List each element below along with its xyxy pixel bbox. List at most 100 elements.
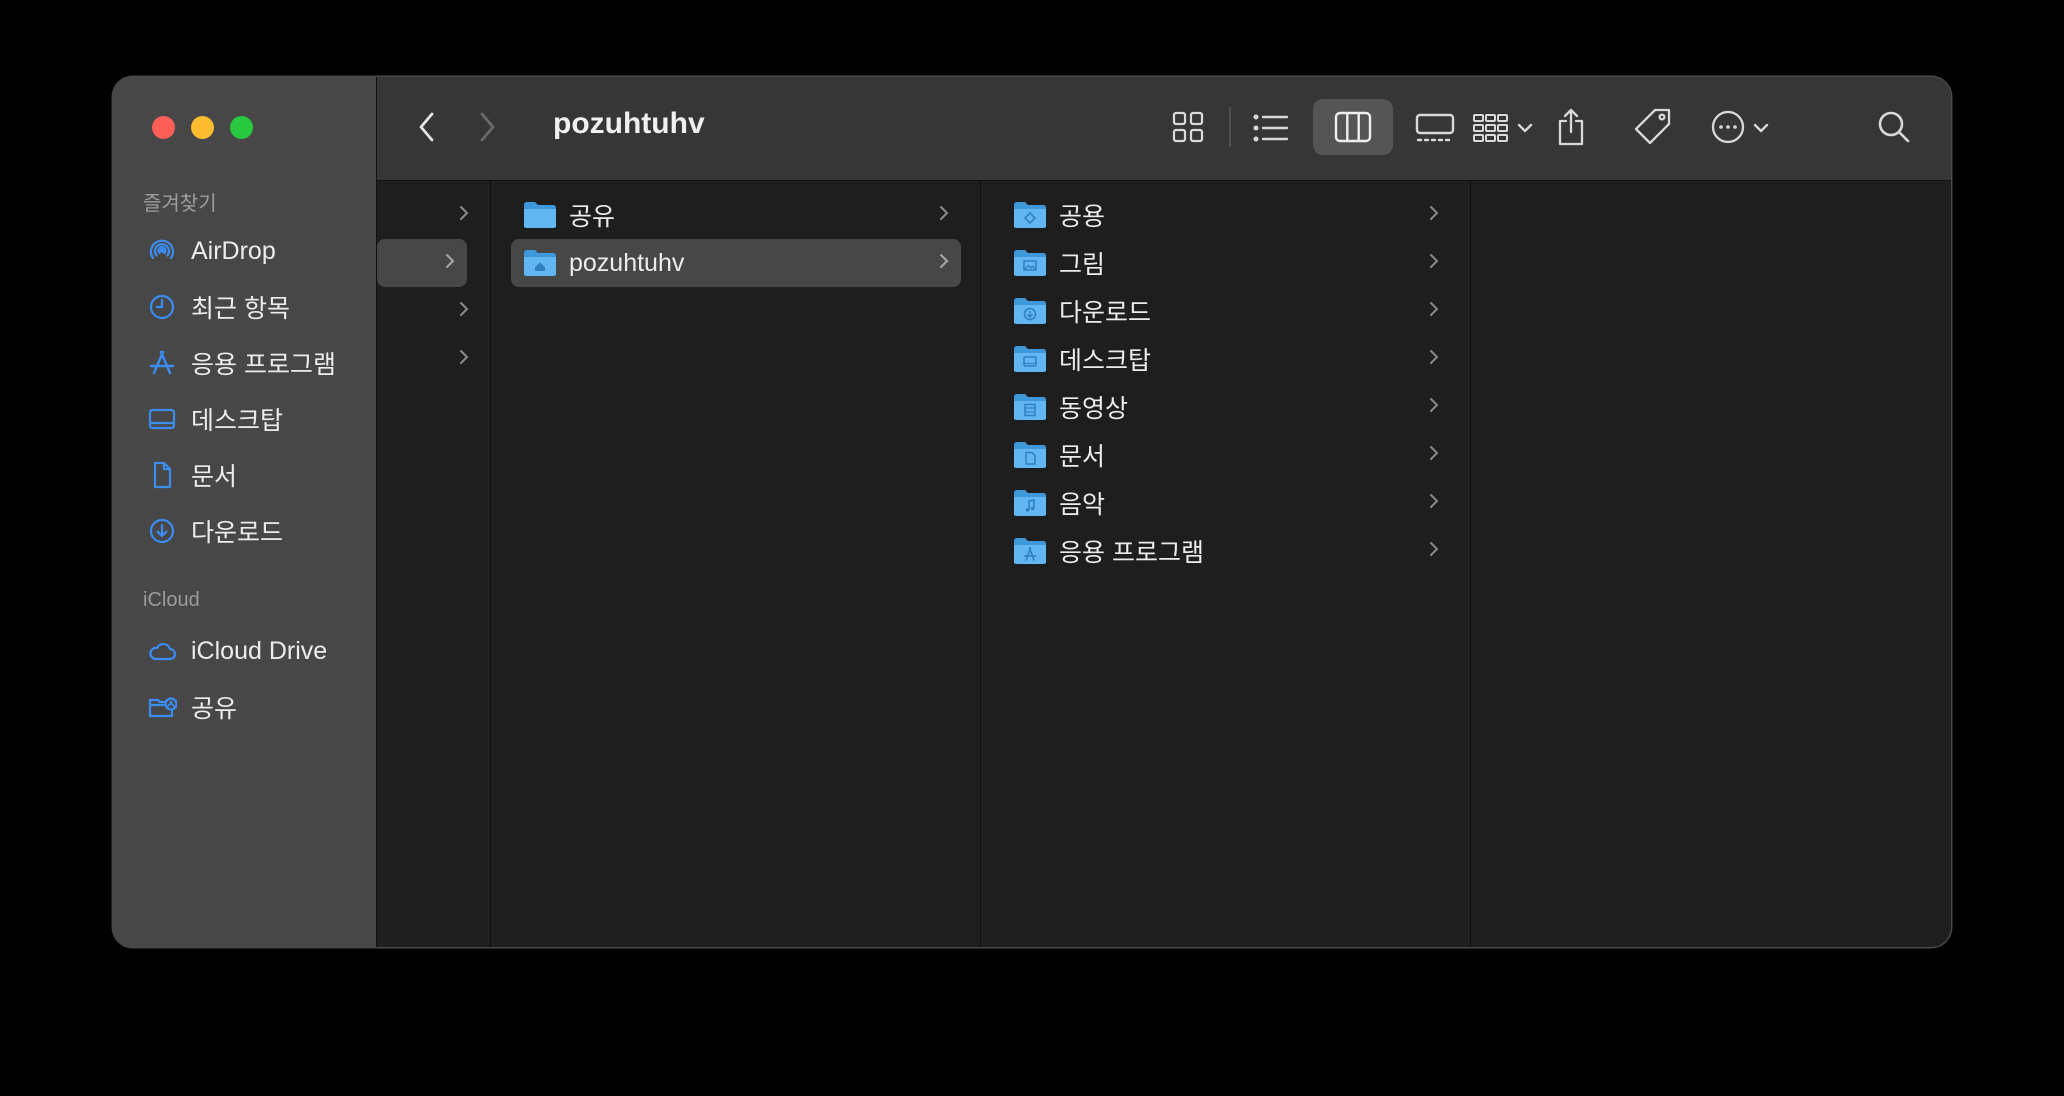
applications-folder-icon xyxy=(1014,538,1046,564)
folder-label: 동영상 xyxy=(1059,395,1129,423)
sidebar-item-airdrop[interactable]: AirDrop xyxy=(147,229,276,273)
download-icon xyxy=(149,518,175,544)
sidebar-item-documents[interactable]: 문서 xyxy=(147,453,237,497)
home-folder-icon xyxy=(524,250,556,276)
folder-label: 공유 xyxy=(569,203,616,231)
sidebar-item-recents[interactable]: 최근 항목 xyxy=(147,285,290,329)
airdrop-icon xyxy=(149,239,175,260)
chevron-down-icon xyxy=(1753,123,1769,133)
search-button[interactable] xyxy=(1877,110,1911,144)
column-4[interactable] xyxy=(1471,181,1951,947)
back-button[interactable] xyxy=(417,111,437,143)
group-button[interactable] xyxy=(1473,113,1509,143)
folder-row-applications[interactable]: 응용 프로그램 xyxy=(1001,527,1451,575)
folder-row-movies[interactable]: 동영상 xyxy=(1001,383,1451,431)
list-item[interactable] xyxy=(377,335,481,383)
list-item[interactable] xyxy=(377,191,481,239)
group-icon xyxy=(1473,114,1508,142)
chevron-right-icon xyxy=(1430,206,1439,220)
sidebar-item-applications[interactable]: 응용 프로그램 xyxy=(147,341,336,385)
share-icon xyxy=(1558,108,1584,146)
folder-row-downloads[interactable]: 다운로드 xyxy=(1001,287,1451,335)
group-menu-chevron[interactable] xyxy=(1517,122,1533,134)
folder-label: 데스크탑 xyxy=(1059,347,1152,375)
sidebar-item-desktop[interactable]: 데스크탑 xyxy=(147,397,283,441)
forward-button[interactable] xyxy=(477,111,497,143)
list-item-selected[interactable] xyxy=(377,239,467,287)
folder-icon xyxy=(524,202,556,228)
ellipsis-circle-icon xyxy=(1711,110,1745,144)
shared-folder-icon xyxy=(148,697,177,718)
desktop-icon xyxy=(148,408,176,430)
column-3[interactable]: 공용 그림 다운로드 데스크탑 동영상 문서 음악 응용 프로그램 xyxy=(981,181,1471,947)
folder-row-documents[interactable]: 문서 xyxy=(1001,431,1451,479)
desktop-folder-icon xyxy=(1014,346,1046,372)
window-title: pozuhtuhv xyxy=(553,107,705,140)
gallery-view-icon xyxy=(1415,113,1455,142)
sidebar-item-icloud-drive[interactable]: iCloud Drive xyxy=(147,629,327,673)
chevron-right-icon xyxy=(460,206,469,220)
sidebar-item-label: iCloud Drive xyxy=(191,636,328,665)
chevron-right-icon xyxy=(1430,350,1439,364)
folder-row-public[interactable]: 공용 xyxy=(1001,191,1451,239)
folder-row-pictures[interactable]: 그림 xyxy=(1001,239,1451,287)
column-2[interactable]: 공유 pozuhtuhv xyxy=(491,181,981,947)
folder-label: 음악 xyxy=(1059,491,1106,519)
pictures-folder-icon xyxy=(1014,250,1046,276)
chevron-right-icon xyxy=(460,302,469,316)
chevron-right-icon xyxy=(1430,494,1439,508)
icon-view-button[interactable] xyxy=(1172,111,1204,143)
toolbar: pozuhtuhv xyxy=(377,77,1951,181)
chevron-right-icon xyxy=(940,254,949,268)
folder-row-home[interactable]: pozuhtuhv xyxy=(511,239,961,287)
document-icon xyxy=(153,461,172,489)
music-folder-icon xyxy=(1014,490,1046,516)
gallery-view-button[interactable] xyxy=(1415,113,1455,143)
sidebar: 즐겨찾기 AirDrop 최근 항목 응용 프로그램 데스크탑 문서 다운로드 … xyxy=(113,77,377,947)
chevron-down-icon xyxy=(1517,123,1533,133)
finder-window: 즐겨찾기 AirDrop 최근 항목 응용 프로그램 데스크탑 문서 다운로드 … xyxy=(113,77,1951,947)
window-controls xyxy=(152,116,253,139)
folder-label: 응용 프로그램 xyxy=(1059,539,1204,567)
sidebar-item-label: 문서 xyxy=(191,463,238,491)
sidebar-item-label: 응용 프로그램 xyxy=(191,351,336,379)
sidebar-item-label: 데스크탑 xyxy=(191,407,284,435)
folder-label: pozuhtuhv xyxy=(569,248,685,277)
sidebar-item-downloads[interactable]: 다운로드 xyxy=(147,509,283,553)
chevron-right-icon xyxy=(1430,254,1439,268)
tag-icon xyxy=(1634,108,1671,145)
icon-view-icon xyxy=(1172,111,1204,143)
share-button[interactable] xyxy=(1555,107,1587,147)
zoom-button[interactable] xyxy=(230,116,253,139)
folder-row-shared[interactable]: 공유 xyxy=(511,191,961,239)
chevron-right-icon xyxy=(460,350,469,364)
list-view-button[interactable] xyxy=(1253,113,1289,143)
more-actions-chevron[interactable] xyxy=(1753,122,1769,134)
chevron-right-icon xyxy=(940,206,949,220)
folder-row-music[interactable]: 음악 xyxy=(1001,479,1451,527)
public-folder-icon xyxy=(1014,202,1046,228)
sidebar-item-label: 공유 xyxy=(191,695,238,723)
column-1[interactable] xyxy=(377,181,491,947)
toolbar-divider xyxy=(1229,107,1231,147)
chevron-right-icon xyxy=(1430,398,1439,412)
chevron-right-icon xyxy=(446,254,455,268)
chevron-right-icon xyxy=(1430,302,1439,316)
sidebar-item-label: 최근 항목 xyxy=(191,295,290,323)
folder-row-desktop[interactable]: 데스크탑 xyxy=(1001,335,1451,383)
folder-label: 다운로드 xyxy=(1059,299,1152,327)
minimize-button[interactable] xyxy=(191,116,214,139)
sidebar-item-label: 다운로드 xyxy=(191,519,284,547)
downloads-folder-icon xyxy=(1014,298,1046,324)
sidebar-item-shared[interactable]: 공유 xyxy=(147,685,237,729)
chevron-right-icon xyxy=(480,112,495,142)
close-button[interactable] xyxy=(152,116,175,139)
tag-button[interactable] xyxy=(1633,107,1673,147)
more-actions-button[interactable] xyxy=(1711,110,1745,144)
applications-icon xyxy=(149,350,175,375)
column-view-icon-wrap xyxy=(1334,111,1372,143)
chevron-left-icon xyxy=(419,112,434,142)
list-item[interactable] xyxy=(377,287,481,335)
sidebar-item-label: AirDrop xyxy=(191,236,276,265)
movies-folder-icon xyxy=(1014,394,1046,420)
